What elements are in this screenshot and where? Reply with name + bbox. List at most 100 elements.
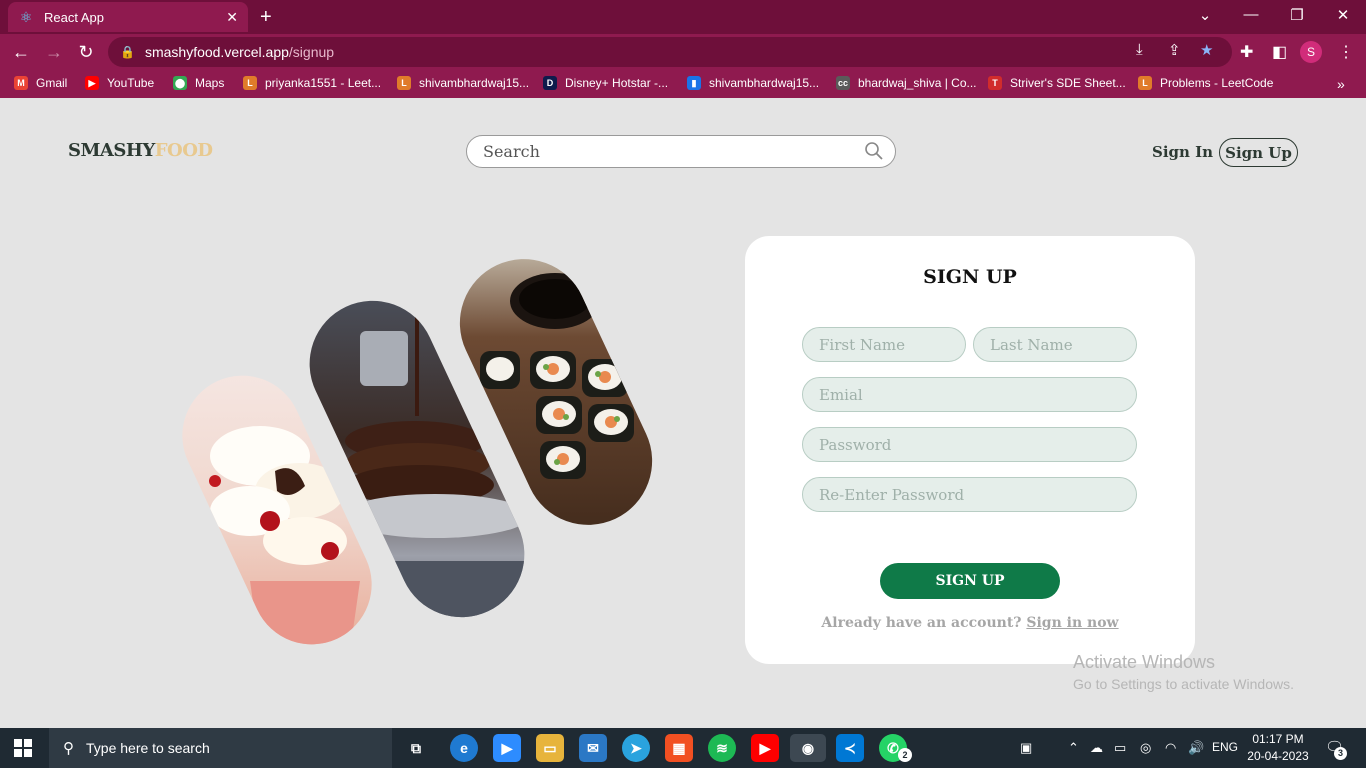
- bookmark-label: YouTube: [107, 76, 155, 90]
- clock-time: 01:17 PM: [1252, 732, 1304, 746]
- browser-tab-bar: ⚛ React App ✕ + ⌄ — ❐ ✕: [0, 0, 1366, 34]
- chrome-icon[interactable]: ◉: [790, 734, 826, 762]
- telegram-icon[interactable]: ➤: [622, 734, 650, 762]
- bookmark-leetcode-problems[interactable]: L Problems - LeetCode: [1138, 76, 1273, 90]
- email-field[interactable]: [802, 377, 1137, 412]
- new-tab-icon[interactable]: +: [260, 6, 272, 28]
- edge-icon[interactable]: e: [450, 734, 478, 762]
- close-window-icon[interactable]: ✕: [1328, 6, 1358, 24]
- watermark-line-2: Go to Settings to activate Windows.: [1073, 676, 1294, 692]
- food-collage-image: [180, 241, 670, 661]
- taskbar-search-box[interactable]: ⚲ Type here to search: [49, 728, 392, 768]
- bookmark-gmail[interactable]: M Gmail: [14, 76, 67, 90]
- bookmark-maps[interactable]: ⬤ Maps: [173, 76, 224, 90]
- brand-logo[interactable]: SMASHYFOOD: [68, 140, 213, 161]
- bookmarks-bar: M Gmail ▶ YouTube ⬤ Maps Lpriyanka1551 - Le…: [0, 70, 1366, 98]
- minimize-icon[interactable]: —: [1236, 6, 1266, 23]
- chart-icon: ▮: [687, 76, 701, 90]
- sign-in-link[interactable]: Sign In: [1152, 143, 1213, 161]
- reload-icon[interactable]: ↻: [75, 41, 97, 63]
- youtube-icon: ▶: [85, 76, 99, 90]
- windows-start-icon[interactable]: [14, 739, 32, 757]
- bookmark-codechef[interactable]: cc bhardwaj_shiva | Co...: [836, 76, 977, 90]
- vscode-icon[interactable]: ≺: [836, 734, 864, 762]
- volume-icon[interactable]: 🔊: [1188, 740, 1204, 756]
- bookmark-label: Striver's SDE Sheet...: [1010, 76, 1126, 90]
- bookmark-shivam-chart[interactable]: ▮ shivambhardwaj15...: [687, 76, 819, 90]
- bookmark-youtube[interactable]: ▶ YouTube: [85, 76, 154, 90]
- react-icon: ⚛: [19, 9, 33, 25]
- forward-icon[interactable]: →: [43, 41, 65, 63]
- bookmark-star-icon[interactable]: ★: [1200, 41, 1213, 59]
- meet-now-icon[interactable]: ▣: [1020, 740, 1032, 756]
- taskbar-clock[interactable]: 01:17 PM 20-04-2023: [1245, 731, 1311, 765]
- side-panel-icon[interactable]: ◧: [1272, 42, 1287, 62]
- zoom-icon[interactable]: ▶: [493, 734, 521, 762]
- tab-title: React App: [44, 9, 104, 25]
- brand-part-2: FOOD: [154, 140, 213, 161]
- profile-avatar[interactable]: S: [1300, 41, 1322, 63]
- bookmark-striver[interactable]: T Striver's SDE Sheet...: [988, 76, 1126, 90]
- share-icon[interactable]: ⇪: [1168, 41, 1181, 59]
- watermark-line-1: Activate Windows: [1073, 652, 1216, 672]
- spotify-icon[interactable]: ≋: [708, 734, 736, 762]
- file-explorer-icon[interactable]: ▭: [536, 734, 564, 762]
- wifi-icon[interactable]: ◠: [1165, 740, 1176, 756]
- activate-windows-watermark: Activate Windows Go to Settings to activ…: [1073, 652, 1294, 692]
- hotstar-icon: D: [543, 76, 557, 90]
- bookmark-leetcode-priyanka[interactable]: Lpriyanka1551 - Leet...: [243, 76, 381, 90]
- battery-icon[interactable]: ▭: [1114, 740, 1126, 756]
- search-icon[interactable]: [864, 141, 884, 161]
- leetcode-icon: L: [397, 76, 411, 90]
- back-icon[interactable]: ←: [10, 41, 32, 63]
- bookmark-label: Maps: [195, 76, 225, 90]
- reenter-password-field[interactable]: [802, 477, 1137, 512]
- leetcode-icon: L: [1138, 76, 1152, 90]
- camera-icon[interactable]: ◎: [1140, 740, 1151, 756]
- install-icon[interactable]: ⤓: [1136, 41, 1143, 58]
- url-host: smashyfood.vercel.app: [144, 44, 289, 60]
- browser-toolbar: ← → ↻ 🔒 smashyfood.vercel.app/signup ⤓ ⇪…: [0, 34, 1366, 70]
- clock-date: 20-04-2023: [1247, 749, 1309, 763]
- bookmark-hotstar[interactable]: D Disney+ Hotstar -...: [543, 76, 668, 90]
- browser-tab[interactable]: ⚛ React App ✕: [8, 2, 248, 32]
- menu-kebab-icon[interactable]: ⋮: [1338, 42, 1354, 62]
- task-view-icon[interactable]: ⧉: [402, 734, 430, 762]
- password-field[interactable]: [802, 427, 1137, 462]
- bookmark-label: Problems - LeetCode: [1160, 76, 1274, 90]
- store-icon[interactable]: ▦: [665, 734, 693, 762]
- brand-part-1: SMASHY: [68, 140, 155, 161]
- extensions-icon[interactable]: ✚: [1240, 42, 1253, 62]
- sign-in-now-link[interactable]: Sign in now: [1026, 615, 1118, 631]
- leetcode-icon: L: [243, 76, 257, 90]
- bookmarks-overflow-icon[interactable]: »: [1337, 76, 1345, 92]
- tab-search-icon[interactable]: ⌄: [1190, 6, 1220, 24]
- signup-title: SIGN UP: [923, 266, 1017, 288]
- windows-taskbar: ⚲ Type here to search ⧉ e ▶ ▭ ✉ ➤ ▦ ≋ ▶ …: [0, 728, 1366, 768]
- codechef-icon: cc: [836, 76, 850, 90]
- bookmark-label: priyanka1551 - Leet...: [265, 76, 382, 90]
- language-indicator[interactable]: ENG: [1212, 740, 1238, 754]
- notification-count: 3: [1334, 747, 1347, 760]
- onedrive-icon[interactable]: ☁: [1090, 740, 1103, 756]
- bookmark-label: shivambhardwaj15...: [709, 76, 820, 90]
- sign-up-submit-button[interactable]: SIGN UP: [880, 563, 1060, 599]
- url-path: /signup: [288, 44, 335, 60]
- address-bar[interactable]: 🔒 smashyfood.vercel.app/signup: [108, 37, 1232, 67]
- page: SMASHYFOOD Sign In Sign Up: [0, 101, 1366, 728]
- show-hidden-icons[interactable]: ⌃: [1068, 740, 1079, 756]
- last-name-field[interactable]: [973, 327, 1137, 362]
- already-account-label: Already have an account?: [821, 615, 1022, 631]
- search-input[interactable]: [466, 135, 896, 168]
- first-name-field[interactable]: [802, 327, 966, 362]
- youtube-app-icon[interactable]: ▶: [751, 734, 779, 762]
- lock-icon: 🔒: [120, 45, 135, 59]
- close-tab-icon[interactable]: ✕: [226, 9, 238, 26]
- restore-icon[interactable]: ❐: [1282, 6, 1312, 24]
- bookmark-label: bhardwaj_shiva | Co...: [858, 76, 977, 90]
- bookmark-label: Disney+ Hotstar -...: [565, 76, 669, 90]
- whatsapp-badge: 2: [898, 748, 912, 762]
- sign-up-nav-button[interactable]: Sign Up: [1219, 138, 1298, 167]
- mail-icon[interactable]: ✉: [579, 734, 607, 762]
- bookmark-leetcode-shivam[interactable]: Lshivambhardwaj15...: [397, 76, 529, 90]
